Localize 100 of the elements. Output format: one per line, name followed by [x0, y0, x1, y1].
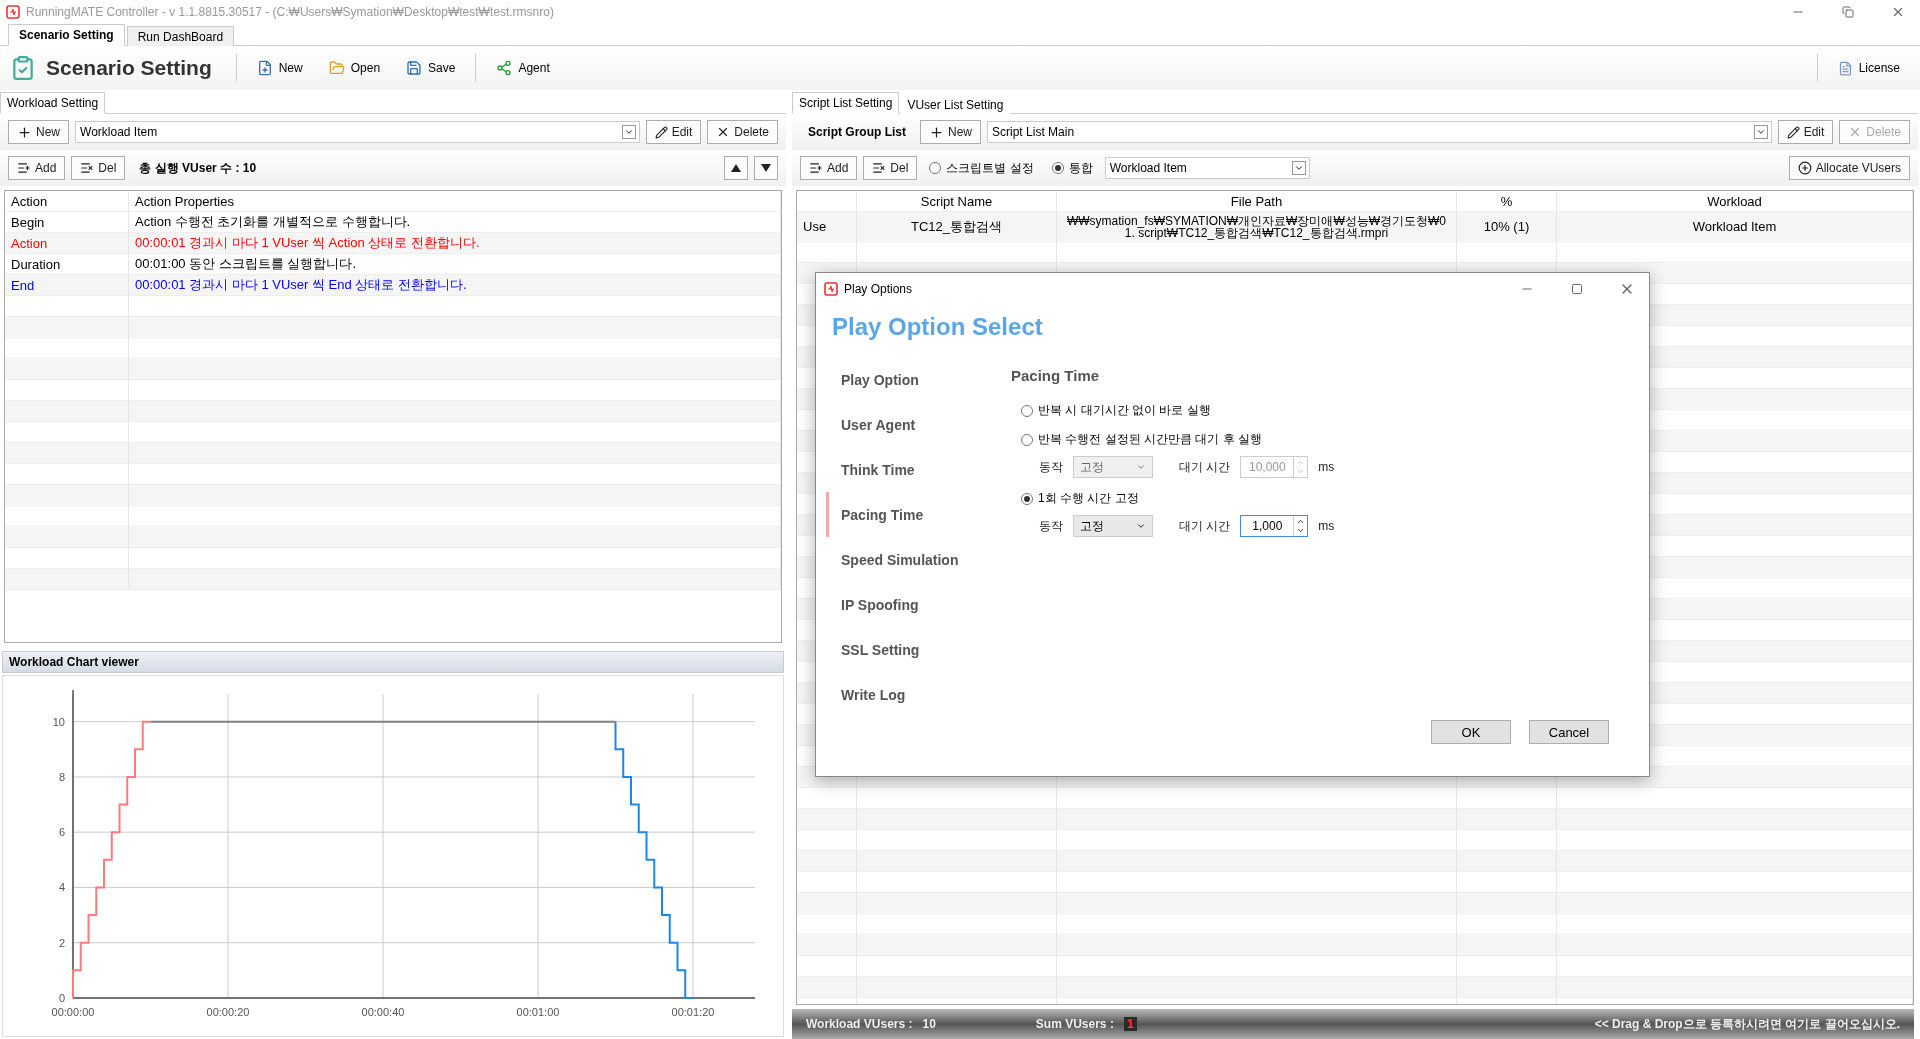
table-cell: 00:00:01 경과시 마다 1 VUser 씩 Action 상태로 전환합니다.	[129, 233, 781, 253]
tab[interactable]: Run DashBoard	[126, 26, 235, 46]
plus-circle-icon	[1797, 161, 1812, 175]
toolbar-button[interactable]: New	[246, 56, 313, 80]
radio-option[interactable]: 반복 시 대기시간 없이 바로 실행	[1021, 402, 1649, 419]
table-cell: Use	[797, 212, 857, 241]
status-label: Workload VUsers :	[806, 1017, 913, 1031]
del-button[interactable]: Del	[71, 156, 126, 180]
nav-item[interactable]: Play Option	[826, 357, 1011, 402]
dialog-button[interactable]: OK	[1431, 720, 1511, 744]
plus-icon	[17, 124, 32, 140]
axis-label: 00:00:40	[361, 1006, 405, 1018]
edit-button[interactable]: Edit	[645, 120, 702, 144]
status-value: 10	[922, 1017, 936, 1031]
table-cell: Action	[5, 233, 129, 253]
toolbar-button[interactable]: Agent	[486, 56, 560, 80]
table-cell: TC12_통합검색	[857, 212, 1057, 241]
radio-button[interactable]	[1021, 492, 1033, 505]
field-label: 대기 시간	[1179, 517, 1231, 535]
radio-button[interactable]	[929, 162, 942, 174]
tab[interactable]: Script List Setting	[792, 92, 900, 114]
caret-icon	[1136, 521, 1146, 531]
nav-item[interactable]: Pacing Time	[826, 492, 1011, 537]
axis-label: 4	[58, 881, 65, 894]
caret-icon	[1755, 127, 1766, 137]
table-cell: Begin	[5, 212, 129, 232]
allocate-vusers-button[interactable]: Allocate VUsers	[1788, 156, 1910, 180]
tab[interactable]: Scenario Setting	[8, 24, 125, 46]
license-button[interactable]: License	[1827, 56, 1910, 80]
nav-item[interactable]: Think Time	[826, 447, 1011, 492]
tab[interactable]: Workload Setting	[0, 92, 106, 114]
new-button[interactable]: New	[920, 120, 982, 144]
folder-icon	[328, 60, 345, 76]
table-cell-text: ₩₩symation_fs₩SYMATION₩개인자료₩장미애₩성능₩경기도청₩01. script₩TC12_통합검색₩TC12_통합검색.rmpri	[1065, 214, 1448, 239]
script-group-dropdown[interactable]: Script List Main	[987, 121, 1772, 143]
column-header: %	[1457, 191, 1557, 211]
radio-button[interactable]	[1021, 433, 1033, 446]
nav-item[interactable]: Write Log	[826, 672, 1011, 717]
move-up-button[interactable]	[724, 156, 748, 180]
axis-label: 00:01:00	[516, 1006, 560, 1018]
checklist-icon	[10, 55, 36, 81]
nav-item[interactable]: SSL Setting	[826, 627, 1011, 672]
toolbar-button[interactable]: Save	[396, 56, 466, 80]
mode-dropdown[interactable]: 고정	[1073, 515, 1153, 537]
del-button[interactable]: Del	[863, 156, 918, 180]
column-header: Workload	[1557, 191, 1913, 211]
save-icon	[406, 60, 423, 76]
table-cell: Duration	[5, 254, 129, 274]
list-add-icon	[17, 161, 31, 175]
column-header: File Path	[1057, 191, 1457, 211]
table-cell: 10% (1)	[1457, 212, 1557, 241]
table-cell: Workload Item	[1557, 212, 1913, 241]
dialog-heading: Play Option Select	[832, 313, 1044, 341]
plus-icon	[929, 124, 944, 140]
field-label: 대기 시간	[1179, 458, 1231, 476]
dialog-title: Play Options	[844, 282, 914, 296]
restore-icon	[1842, 6, 1854, 18]
axis-label: 00:00:00	[51, 1006, 95, 1018]
toolbar-button[interactable]: Open	[318, 56, 391, 80]
up-triangle-icon	[731, 164, 741, 172]
dialog-button[interactable]: Cancel	[1529, 720, 1609, 744]
caret-icon	[1136, 462, 1146, 472]
add-button[interactable]: Add	[800, 156, 858, 180]
new-button[interactable]: New	[8, 120, 69, 144]
new-file-icon	[256, 60, 273, 76]
caret-icon	[623, 127, 634, 137]
table-cell: 00:00:01 경과시 마다 1 VUser 씩 End 상태로 전환합니다.	[129, 275, 781, 295]
status-hint: << Drag & Drop으로 등록하시려면 여기로 끌어오십시오.	[1594, 1015, 1900, 1033]
nav-item[interactable]: User Agent	[826, 402, 1011, 447]
workload-dropdown[interactable]: Workload Item	[75, 121, 640, 143]
radio-option[interactable]: 스크립트별 설정	[929, 159, 1034, 177]
number-field[interactable]: 1,000	[1240, 515, 1309, 537]
delete-button[interactable]: Delete	[707, 120, 778, 144]
list-remove-icon	[80, 161, 95, 175]
radio-option[interactable]: 반복 수행전 설정된 시간만큼 대기 후 실행	[1021, 431, 1649, 448]
workload-dropdown[interactable]: Workload Item	[1104, 157, 1310, 179]
field-label: 동작	[1039, 517, 1063, 535]
maximize-icon	[1571, 283, 1583, 295]
panel-header: Workload Chart viewer	[2, 651, 784, 673]
move-down-button[interactable]	[754, 156, 778, 180]
nav-item[interactable]: IP Spoofing	[826, 582, 1011, 627]
column-header: Action Properties	[129, 191, 781, 211]
add-button[interactable]: Add	[8, 156, 66, 180]
nav-item[interactable]: Speed Simulation	[826, 537, 1011, 582]
list-remove-icon	[872, 161, 887, 175]
table-cell: End	[5, 275, 129, 295]
pencil-icon	[654, 125, 668, 139]
page-title: Scenario Setting	[46, 56, 212, 80]
radio-button[interactable]	[1021, 404, 1033, 417]
radio-option[interactable]: 통합	[1051, 159, 1093, 177]
edit-button[interactable]: Edit	[1777, 120, 1834, 144]
field-label: 동작	[1039, 458, 1063, 476]
caret-icon	[1293, 163, 1304, 173]
radio-option[interactable]: 1회 수행 시간 고정	[1021, 490, 1649, 507]
radio-button[interactable]	[1051, 162, 1064, 174]
axis-label: 6	[58, 826, 65, 839]
total-vusers-label: 총 실행 VUser 수 : 10	[139, 159, 257, 177]
table-cell: Action 수행전 초기화를 개별적으로 수행합니다.	[129, 212, 781, 232]
axis-label: 8	[58, 770, 65, 783]
axis-label: 10	[52, 715, 65, 728]
